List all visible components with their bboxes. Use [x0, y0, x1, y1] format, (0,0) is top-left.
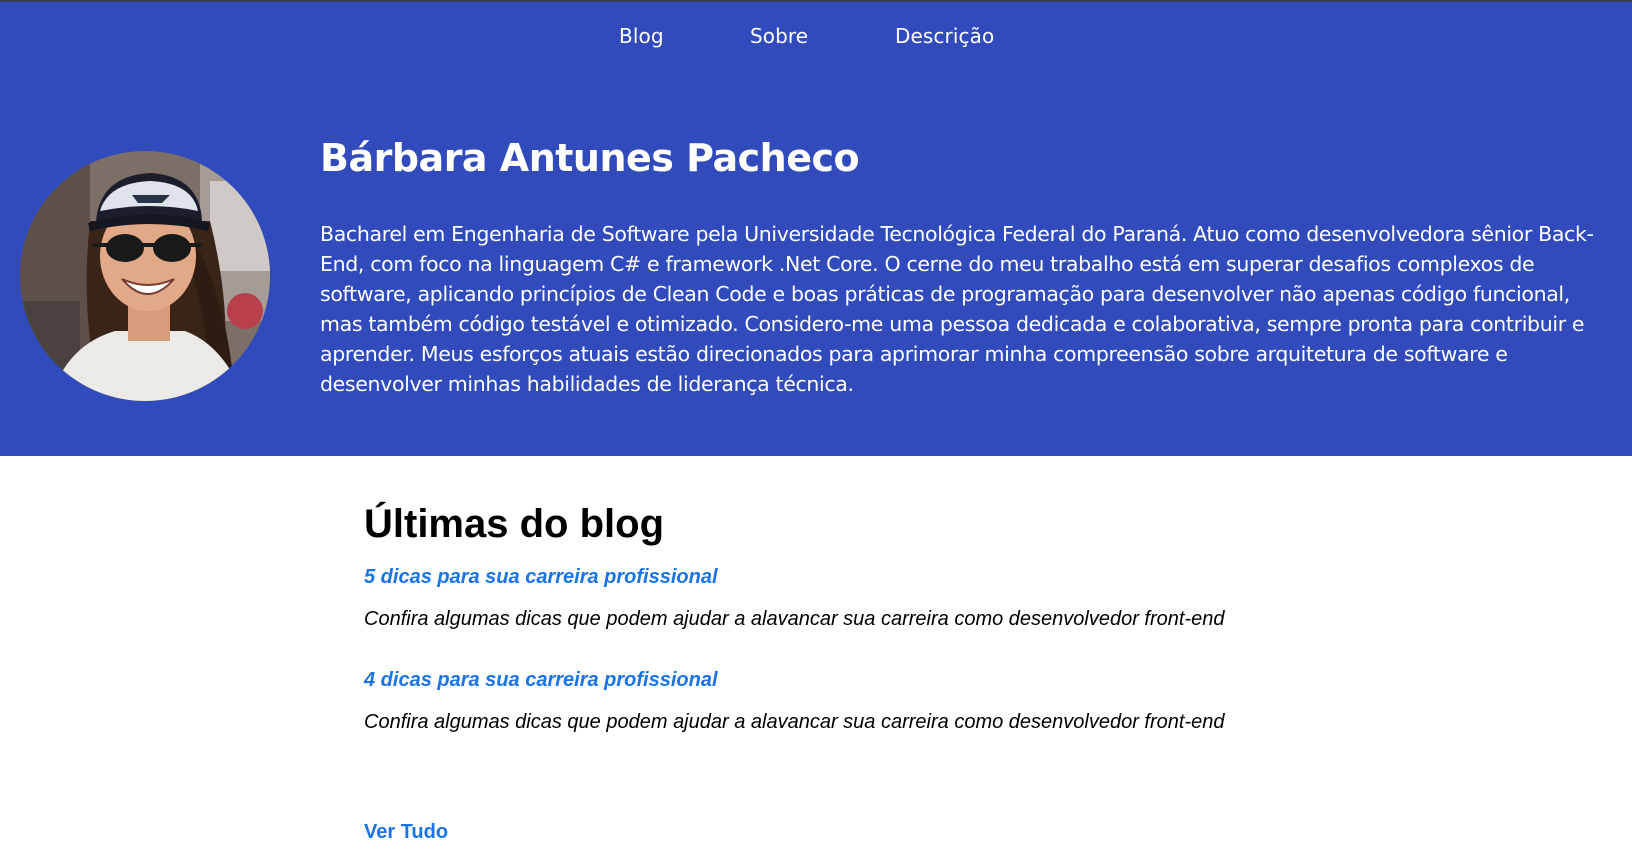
hero-section: Blog Sobre Descrição Bárbara Antunes Pac… [0, 2, 1632, 456]
nav-link-blog[interactable]: Blog [619, 24, 664, 48]
profile-photo-icon [20, 151, 270, 401]
blog-post-link[interactable]: 5 dicas para sua carreira profissional [364, 566, 718, 589]
blog-section-title: Últimas do blog [364, 502, 664, 546]
profile-name: Bárbara Antunes Pacheco [320, 136, 860, 180]
profile-bio: Bacharel em Engenharia de Software pela … [320, 222, 1594, 396]
blog-post-description: Confira algumas dicas que podem ajudar a… [364, 711, 1225, 733]
nav-link-sobre[interactable]: Sobre [750, 24, 808, 48]
see-all-link[interactable]: Ver Tudo [364, 821, 448, 844]
avatar [20, 151, 270, 401]
blog-post-link[interactable]: 4 dicas para sua carreira profissional [364, 669, 718, 692]
nav-link-descricao[interactable]: Descrição [895, 24, 994, 48]
blog-post-description: Confira algumas dicas que podem ajudar a… [364, 608, 1225, 630]
